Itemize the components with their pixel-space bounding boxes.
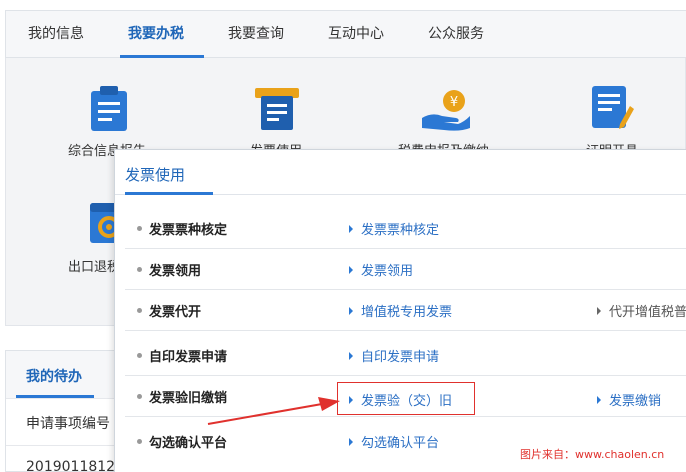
caret-right-icon <box>597 307 601 315</box>
row-name: 自印发票申请 <box>149 350 228 365</box>
clipboard-icon[interactable] <box>88 85 130 133</box>
link-check-confirm-platform[interactable]: 勾选确认平台 <box>349 432 439 451</box>
modal-title-accent <box>125 192 213 195</box>
invoice-icon[interactable] <box>254 86 300 132</box>
tax-payment-icon[interactable]: ¥ <box>420 88 472 132</box>
link-invoice-type-approval[interactable]: 发票票种核定 <box>349 219 439 238</box>
list-item: 发票票种核定 发票票种核定 <box>115 208 686 249</box>
certificate-icon[interactable] <box>590 84 634 132</box>
link-vat-special-invoice[interactable]: 增值税专用发票 <box>349 301 452 320</box>
bullet-icon <box>137 226 142 231</box>
tab-interaction-center[interactable]: 互动中心 <box>328 11 384 57</box>
caret-right-icon <box>349 307 353 315</box>
todo-cell[interactable]: 20190118122 <box>26 459 124 472</box>
caret-right-icon <box>349 352 353 360</box>
main-tab-bar: 我的信息 我要办税 我要查询 互动中心 公众服务 <box>5 10 686 58</box>
bullet-icon <box>137 353 142 358</box>
list-item: 发票领用 发票领用 <box>115 249 686 290</box>
bullet-icon <box>137 394 142 399</box>
link-invoice-receive[interactable]: 发票领用 <box>349 260 413 279</box>
row-divider <box>125 330 686 331</box>
tab-tax-handling[interactable]: 我要办税 <box>128 11 184 57</box>
link-issue-vat-ordinary[interactable]: 代开增值税普 <box>597 301 686 320</box>
bullet-icon <box>137 267 142 272</box>
tab-my-info[interactable]: 我的信息 <box>28 11 84 57</box>
tab-public-service[interactable]: 公众服务 <box>428 11 484 57</box>
watermark: 图片来自：www.chaolen.cn <box>520 448 665 461</box>
row-name: 发票验旧缴销 <box>149 391 228 406</box>
bullet-icon <box>137 439 142 444</box>
list-item: 自印发票申请 自印发票申请 <box>115 335 686 376</box>
caret-right-icon <box>349 225 353 233</box>
service-label-export-refund: 出口退税 <box>68 260 121 275</box>
tab-query[interactable]: 我要查询 <box>228 11 284 57</box>
todo-tab-indicator <box>16 395 94 398</box>
row-name: 发票票种核定 <box>149 223 228 238</box>
caret-right-icon <box>349 266 353 274</box>
caret-right-icon <box>349 438 353 446</box>
todo-column-header: 申请事项编号 <box>26 416 110 432</box>
todo-tab[interactable]: 我的待办 <box>26 366 82 386</box>
annotation-highlight-box <box>337 382 475 415</box>
svg-text:¥: ¥ <box>450 95 458 110</box>
invoice-use-modal: 发票使用 发票票种核定 发票票种核定 发票领用 发票领用 发票代开 增值税专用发… <box>114 149 686 472</box>
row-divider <box>125 416 686 417</box>
caret-right-icon <box>597 396 601 404</box>
bullet-icon <box>137 308 142 313</box>
row-name: 勾选确认平台 <box>149 436 228 451</box>
modal-title: 发票使用 <box>125 166 186 184</box>
link-self-print-invoice[interactable]: 自印发票申请 <box>349 346 439 365</box>
list-item: 发票代开 增值税专用发票 代开增值税普 <box>115 290 686 331</box>
link-invoice-cancel[interactable]: 发票缴销 <box>597 390 661 409</box>
row-name: 发票领用 <box>149 264 202 279</box>
row-name: 发票代开 <box>149 305 202 320</box>
